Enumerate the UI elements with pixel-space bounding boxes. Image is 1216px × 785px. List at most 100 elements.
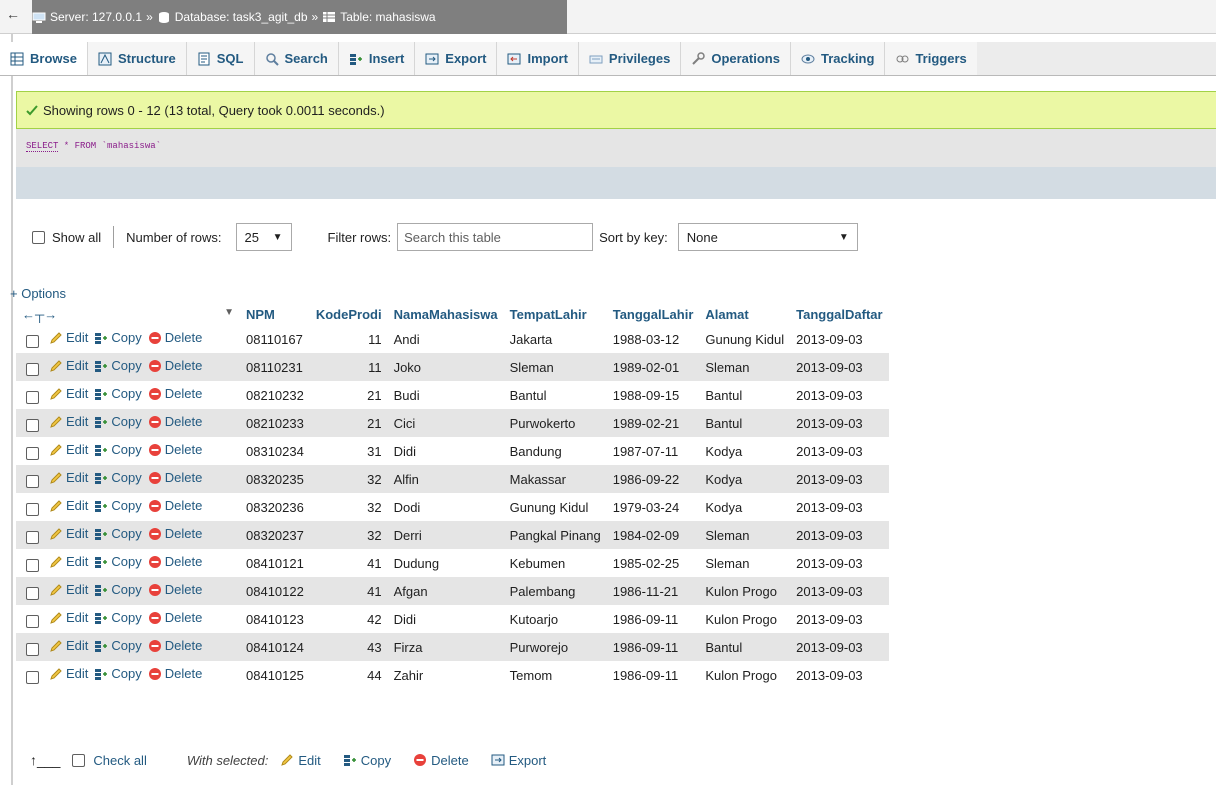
- row-checkbox[interactable]: [26, 642, 39, 656]
- cell-npm[interactable]: 08320235: [240, 465, 310, 493]
- tab-insert[interactable]: Insert: [338, 42, 416, 75]
- sort-dropdown-icon[interactable]: ▼: [224, 307, 234, 318]
- number-of-rows-select[interactable]: 25 ▼: [235, 223, 292, 251]
- row-delete-button[interactable]: Delete: [148, 442, 202, 457]
- cell-npm[interactable]: 08410121: [240, 549, 310, 577]
- cell-tempatlahir[interactable]: Bantul: [503, 381, 607, 409]
- row-checkbox[interactable]: [26, 418, 39, 432]
- row-edit-button[interactable]: Edit: [49, 470, 88, 485]
- cell-tanggallahir[interactable]: 1986-09-11: [606, 605, 700, 633]
- cell-kodeprodi[interactable]: 42: [309, 605, 388, 633]
- row-checkbox[interactable]: [26, 390, 39, 404]
- cell-tanggaldaftar[interactable]: 2013-09-03: [790, 409, 889, 437]
- cell-namamahasiswa[interactable]: Joko: [387, 353, 504, 381]
- table-row[interactable]: Edit Copy Delete 08210233 21 Cici Purwokerto 19…: [16, 409, 889, 437]
- row-delete-button[interactable]: Delete: [148, 526, 202, 541]
- cell-namamahasiswa[interactable]: Afgan: [387, 577, 504, 605]
- cell-alamat[interactable]: Bantul: [699, 381, 791, 409]
- row-edit-button[interactable]: Edit: [49, 638, 88, 653]
- cell-namamahasiswa[interactable]: Dudung: [387, 549, 504, 577]
- row-checkbox[interactable]: [26, 474, 39, 488]
- cell-alamat[interactable]: Kodya: [699, 437, 791, 465]
- filter-rows-input[interactable]: Search this table: [397, 223, 594, 251]
- cell-kodeprodi[interactable]: 11: [309, 353, 388, 381]
- check-all-checkbox[interactable]: [72, 753, 86, 767]
- cell-alamat[interactable]: Kulon Progo: [699, 577, 791, 605]
- cell-tanggallahir[interactable]: 1988-09-15: [606, 381, 700, 409]
- cell-namamahasiswa[interactable]: Alfin: [387, 465, 504, 493]
- row-copy-button[interactable]: Copy: [94, 498, 142, 513]
- cell-namamahasiswa[interactable]: Budi: [387, 381, 504, 409]
- column-header-tanggallahir[interactable]: TanggalLahir: [606, 303, 700, 325]
- row-delete-button[interactable]: Delete: [148, 358, 202, 373]
- cell-tanggallahir[interactable]: 1988-03-12: [606, 325, 700, 353]
- row-copy-button[interactable]: Copy: [94, 442, 142, 457]
- row-checkbox[interactable]: [26, 334, 39, 348]
- cell-tempatlahir[interactable]: Pangkal Pinang: [503, 521, 607, 549]
- cell-tempatlahir[interactable]: Kutoarjo: [503, 605, 607, 633]
- row-checkbox[interactable]: [26, 558, 39, 572]
- tab-import[interactable]: Import: [497, 42, 579, 75]
- table-row[interactable]: Edit Copy Delete 08410122 41 Afgan Palembang 19…: [16, 577, 889, 605]
- cell-tanggallahir[interactable]: 1989-02-01: [606, 353, 700, 381]
- cell-tanggallahir[interactable]: 1986-11-21: [606, 577, 700, 605]
- cell-npm[interactable]: 08310234: [240, 437, 310, 465]
- breadcrumb-server[interactable]: Server: 127.0.0.1: [50, 10, 142, 24]
- cell-alamat[interactable]: Sleman: [699, 521, 791, 549]
- cell-npm[interactable]: 08110231: [240, 353, 310, 381]
- row-delete-button[interactable]: Delete: [148, 470, 202, 485]
- row-copy-button[interactable]: Copy: [94, 638, 142, 653]
- tab-export[interactable]: Export: [415, 42, 498, 75]
- table-row[interactable]: Edit Copy Delete 08320236 32 Dodi Gunung Kidul…: [16, 493, 889, 521]
- cell-kodeprodi[interactable]: 21: [309, 381, 388, 409]
- cell-npm[interactable]: 08410124: [240, 633, 310, 661]
- row-checkbox[interactable]: [26, 502, 39, 516]
- cell-npm[interactable]: 08320237: [240, 521, 310, 549]
- row-copy-button[interactable]: Copy: [94, 554, 142, 569]
- cell-npm[interactable]: 08320236: [240, 493, 310, 521]
- cell-kodeprodi[interactable]: 32: [309, 521, 388, 549]
- cell-namamahasiswa[interactable]: Andi: [387, 325, 504, 353]
- cell-npm[interactable]: 08210233: [240, 409, 310, 437]
- cell-tempatlahir[interactable]: Bandung: [503, 437, 607, 465]
- bulk-export-button[interactable]: Export: [491, 753, 546, 768]
- row-delete-button[interactable]: Delete: [148, 386, 202, 401]
- row-checkbox[interactable]: [26, 362, 39, 376]
- cell-alamat[interactable]: Kulon Progo: [699, 605, 791, 633]
- row-edit-button[interactable]: Edit: [49, 330, 88, 345]
- cell-tanggaldaftar[interactable]: 2013-09-03: [790, 661, 889, 689]
- row-checkbox[interactable]: [26, 670, 39, 684]
- tab-sql[interactable]: SQL: [186, 42, 255, 75]
- cell-kodeprodi[interactable]: 41: [309, 577, 388, 605]
- cell-namamahasiswa[interactable]: Zahir: [387, 661, 504, 689]
- cell-alamat[interactable]: Kodya: [699, 465, 791, 493]
- bulk-edit-button[interactable]: Edit: [280, 753, 321, 768]
- cell-tanggallahir[interactable]: 1984-02-09: [606, 521, 700, 549]
- sql-keyword[interactable]: SELECT: [26, 141, 59, 152]
- tab-search[interactable]: Search: [254, 42, 339, 75]
- row-copy-button[interactable]: Copy: [94, 582, 142, 597]
- row-delete-button[interactable]: Delete: [148, 554, 202, 569]
- cell-tanggaldaftar[interactable]: 2013-09-03: [790, 353, 889, 381]
- row-copy-button[interactable]: Copy: [94, 386, 142, 401]
- row-edit-button[interactable]: Edit: [49, 554, 88, 569]
- table-row[interactable]: Edit Copy Delete 08210232 21 Budi Bantul 1988-0…: [16, 381, 889, 409]
- cell-alamat[interactable]: Sleman: [699, 549, 791, 577]
- bulk-delete-button[interactable]: Delete: [413, 753, 469, 768]
- options-link[interactable]: + Options: [10, 286, 66, 301]
- cell-npm[interactable]: 08410125: [240, 661, 310, 689]
- column-header-tempatlahir[interactable]: TempatLahir: [503, 303, 607, 325]
- cell-tempatlahir[interactable]: Purworejo: [503, 633, 607, 661]
- column-header-alamat[interactable]: Alamat: [699, 303, 791, 325]
- tab-structure[interactable]: Structure: [87, 42, 187, 75]
- cell-namamahasiswa[interactable]: Cici: [387, 409, 504, 437]
- column-header-npm[interactable]: NPM: [240, 303, 310, 325]
- cell-tanggaldaftar[interactable]: 2013-09-03: [790, 381, 889, 409]
- row-copy-button[interactable]: Copy: [94, 330, 142, 345]
- cell-tanggallahir[interactable]: 1989-02-21: [606, 409, 700, 437]
- row-checkbox[interactable]: [26, 446, 39, 460]
- cell-tanggaldaftar[interactable]: 2013-09-03: [790, 325, 889, 353]
- row-copy-button[interactable]: Copy: [94, 610, 142, 625]
- cell-kodeprodi[interactable]: 41: [309, 549, 388, 577]
- breadcrumb-table[interactable]: Table: mahasiswa: [340, 10, 435, 24]
